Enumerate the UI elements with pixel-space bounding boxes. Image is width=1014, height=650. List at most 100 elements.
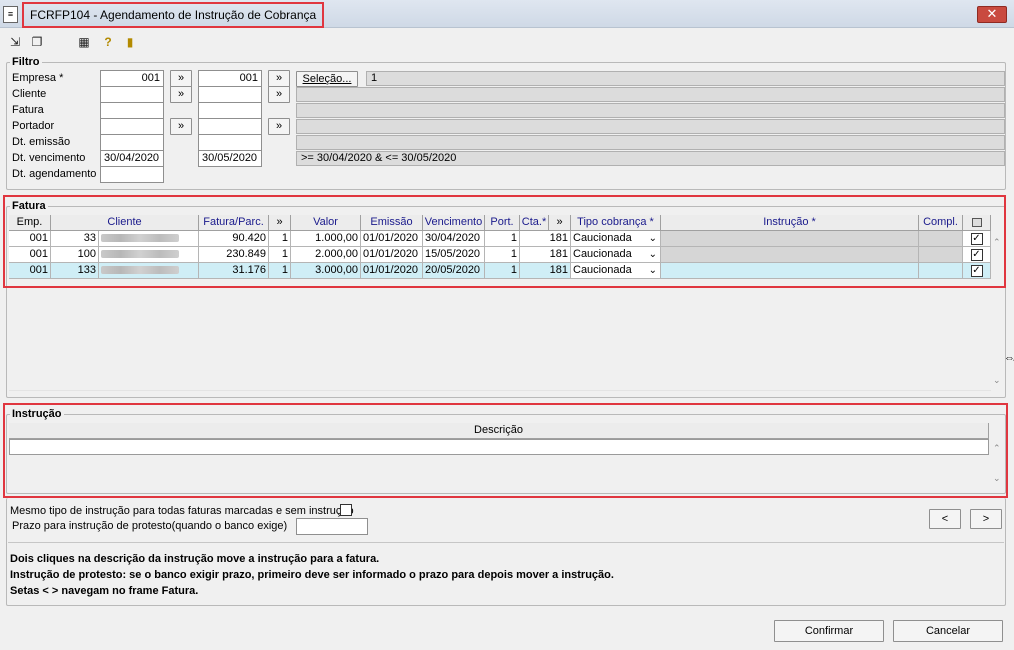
- col-expand-parc[interactable]: »: [269, 215, 291, 231]
- scroll-down-icon[interactable]: ⌄: [993, 375, 1001, 386]
- instrucao-cell[interactable]: [661, 247, 919, 263]
- col-expand-cta[interactable]: »: [549, 215, 571, 231]
- cancel-button[interactable]: Cancelar: [893, 620, 1003, 642]
- portador-from-input[interactable]: [100, 118, 164, 135]
- portador-to-search-button[interactable]: »: [268, 118, 290, 135]
- cell-parc[interactable]: 1: [269, 231, 291, 247]
- help-icon[interactable]: ?: [100, 34, 116, 50]
- row-checkbox[interactable]: ✓: [970, 233, 983, 245]
- cell-vencimento[interactable]: 15/05/2020: [423, 247, 485, 263]
- cliente-name-redacted[interactable]: [99, 247, 199, 263]
- col-fatura-parc[interactable]: Fatura/Parc.: [199, 215, 269, 231]
- empresa-to-input[interactable]: 001: [198, 70, 262, 87]
- cliente-range-button[interactable]: »: [170, 86, 192, 103]
- cell-cliente-cod[interactable]: 33: [51, 231, 99, 247]
- instrucao-cell[interactable]: [661, 263, 919, 279]
- windows-icon[interactable]: ❐: [29, 34, 45, 50]
- cliente-to-input[interactable]: [198, 86, 262, 103]
- col-valor[interactable]: Valor: [291, 215, 361, 231]
- cell-parc[interactable]: 1: [269, 263, 291, 279]
- dt-agendamento-input[interactable]: [100, 166, 164, 183]
- selecao-button[interactable]: Seleção...: [296, 71, 358, 87]
- cliente-from-input[interactable]: [100, 86, 164, 103]
- row-select-cell[interactable]: ✓: [963, 247, 991, 263]
- cell-cta[interactable]: 181: [520, 263, 571, 279]
- row-select-cell[interactable]: ✓: [963, 231, 991, 247]
- compl-cell[interactable]: [919, 247, 963, 263]
- exit-door-icon[interactable]: ▮: [122, 34, 138, 50]
- cell-vencimento[interactable]: 20/05/2020: [423, 263, 485, 279]
- compl-cell[interactable]: [919, 263, 963, 279]
- cell-emp[interactable]: 001: [9, 263, 51, 279]
- cell-valor[interactable]: 2.000,00: [291, 247, 361, 263]
- chevron-down-icon[interactable]: ⌄: [649, 247, 657, 262]
- grid-icon[interactable]: ▦: [76, 34, 92, 50]
- cliente-to-search-button[interactable]: »: [268, 86, 290, 103]
- cell-emissao[interactable]: 01/01/2020: [361, 263, 423, 279]
- table-row[interactable]: 001 100 230.849 1 2.000,00 01/01/2020 15/05/20…: [9, 247, 991, 263]
- table-row[interactable]: 001 133 31.176 1 3.000,00 01/01/2020 20/05/202…: [9, 263, 991, 279]
- dt-emissao-to-input[interactable]: [198, 134, 262, 151]
- col-descricao[interactable]: Descrição: [9, 423, 989, 439]
- cell-parc[interactable]: 1: [269, 247, 291, 263]
- chevron-down-icon[interactable]: ⌄: [649, 263, 657, 278]
- dt-vencimento-from-input[interactable]: 30/04/2020: [100, 150, 164, 167]
- col-port[interactable]: Port.: [485, 215, 520, 231]
- row-checkbox[interactable]: ✓: [970, 265, 983, 277]
- col-cta[interactable]: Cta.*: [520, 215, 549, 231]
- cliente-name-redacted[interactable]: [99, 263, 199, 279]
- empresa-to-search-button[interactable]: »: [268, 70, 290, 87]
- col-instrucao[interactable]: Instrução *: [661, 215, 919, 231]
- close-button[interactable]: ✕: [977, 6, 1007, 23]
- cell-fatura[interactable]: 31.176: [199, 263, 269, 279]
- empresa-range-button[interactable]: »: [170, 70, 192, 87]
- tipo-cobranca-dropdown[interactable]: Caucionada ⌄: [571, 263, 661, 279]
- row-checkbox[interactable]: ✓: [970, 249, 983, 261]
- export-icon[interactable]: ⇲: [7, 34, 23, 50]
- select-all-icon[interactable]: [971, 217, 982, 227]
- col-cliente[interactable]: Cliente: [51, 215, 199, 231]
- fatura-to-input[interactable]: [198, 102, 262, 119]
- cell-port[interactable]: 1: [485, 247, 520, 263]
- cell-emissao[interactable]: 01/01/2020: [361, 231, 423, 247]
- instrucao-row[interactable]: [9, 439, 989, 455]
- cell-cliente-cod[interactable]: 100: [51, 247, 99, 263]
- cell-emissao[interactable]: 01/01/2020: [361, 247, 423, 263]
- tipo-cobranca-dropdown[interactable]: Caucionada ⌄: [571, 231, 661, 247]
- col-emp[interactable]: Emp.: [9, 215, 51, 231]
- cell-vencimento[interactable]: 30/04/2020: [423, 231, 485, 247]
- compl-cell[interactable]: [919, 231, 963, 247]
- instrucao-scroll-down-icon[interactable]: ⌄: [993, 473, 1001, 484]
- dt-vencimento-to-input[interactable]: 30/05/2020: [198, 150, 262, 167]
- confirm-button[interactable]: Confirmar: [774, 620, 884, 642]
- cell-fatura[interactable]: 90.420: [199, 231, 269, 247]
- cell-emp[interactable]: 001: [9, 231, 51, 247]
- col-emissao[interactable]: Emissão: [361, 215, 423, 231]
- cell-cta[interactable]: 181: [520, 231, 571, 247]
- row-select-cell[interactable]: ✓: [963, 263, 991, 279]
- col-tipo-cobranca[interactable]: Tipo cobrança *: [571, 215, 661, 231]
- col-compl[interactable]: Compl.: [919, 215, 963, 231]
- instrucao-scrollbar[interactable]: ⌃ ⌄: [991, 423, 1005, 489]
- cell-port[interactable]: 1: [485, 231, 520, 247]
- scroll-up-icon[interactable]: ⌃: [993, 237, 1001, 248]
- instrucao-cell[interactable]: [661, 231, 919, 247]
- app-document-icon[interactable]: ≡: [3, 6, 18, 23]
- cell-cliente-cod[interactable]: 133: [51, 263, 99, 279]
- table-row[interactable]: 001 33 90.420 1 1.000,00 01/01/2020 30/04/2020…: [9, 231, 991, 247]
- instrucao-scroll-up-icon[interactable]: ⌃: [993, 443, 1001, 454]
- cliente-name-redacted[interactable]: [99, 231, 199, 247]
- col-select-all[interactable]: [963, 215, 991, 231]
- cell-valor[interactable]: 3.000,00: [291, 263, 361, 279]
- fatura-scrollbar[interactable]: ⌃ ⌄: [991, 215, 1005, 391]
- cell-fatura[interactable]: 230.849: [199, 247, 269, 263]
- fatura-from-input[interactable]: [100, 102, 164, 119]
- chevron-down-icon[interactable]: ⌄: [649, 231, 657, 246]
- dt-emissao-from-input[interactable]: [100, 134, 164, 151]
- cell-cta[interactable]: 181: [520, 247, 571, 263]
- tipo-cobranca-dropdown[interactable]: Caucionada ⌄: [571, 247, 661, 263]
- portador-range-button[interactable]: »: [170, 118, 192, 135]
- col-vencimento[interactable]: Vencimento: [423, 215, 485, 231]
- cell-emp[interactable]: 001: [9, 247, 51, 263]
- splitter-cursor-icon[interactable]: ⇎: [1004, 352, 1014, 364]
